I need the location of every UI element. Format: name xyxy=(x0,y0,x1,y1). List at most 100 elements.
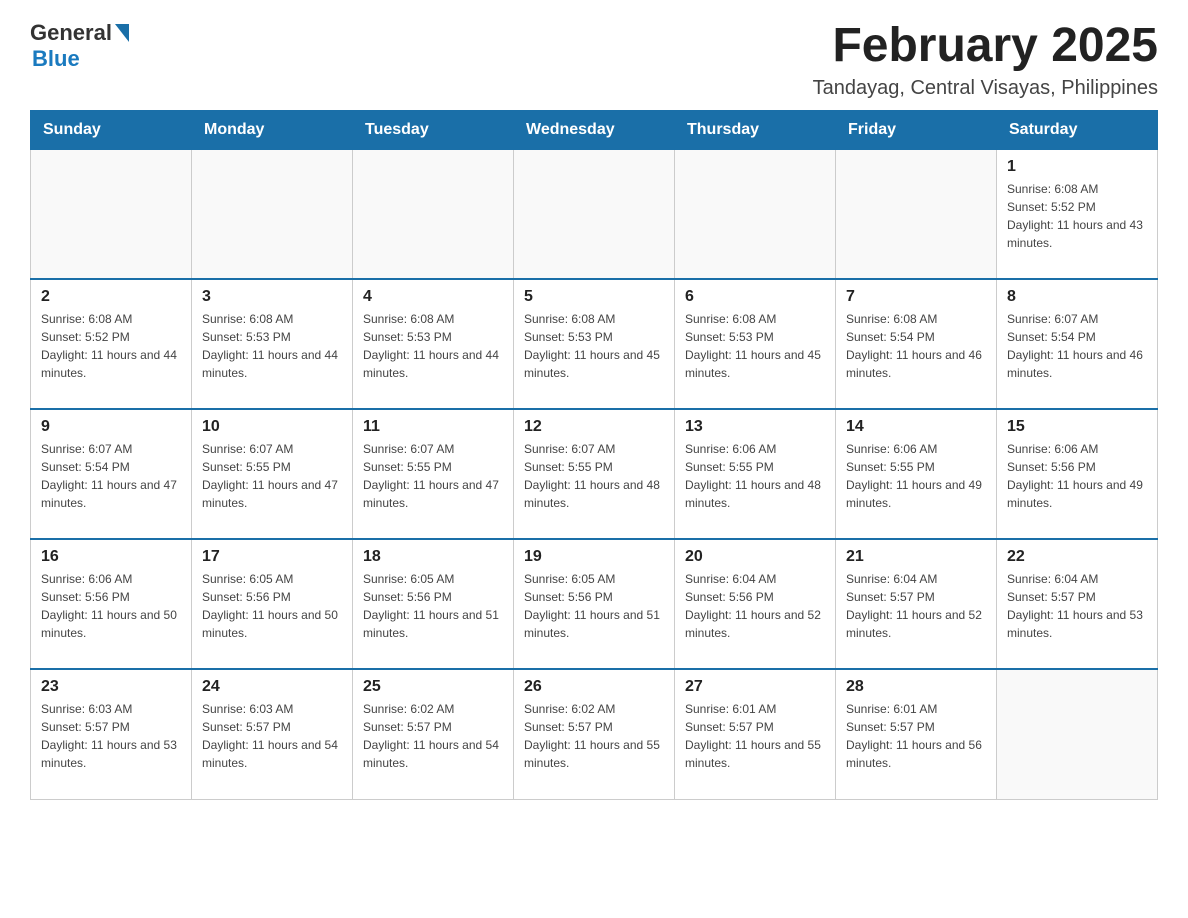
calendar-day-cell: 7Sunrise: 6:08 AM Sunset: 5:54 PM Daylig… xyxy=(836,279,997,409)
calendar-day-cell: 19 Sunrise: 6:05 AM Sunset: 5:56 PM Dayli… xyxy=(514,539,675,669)
day-number: 1 xyxy=(1007,158,1147,176)
calendar-day-cell: 5 Sunrise: 6:08 AM Sunset: 5:53 PM Daylig… xyxy=(514,279,675,409)
day-number: 6 xyxy=(685,288,825,306)
calendar-day-cell: 14 Sunrise: 6:06 AM Sunset: 5:55 PM Dayli… xyxy=(836,409,997,539)
calendar-day-cell: 26 Sunrise: 6:02 AM Sunset: 5:57 PM Dayli… xyxy=(514,669,675,799)
day-number: 14 xyxy=(846,418,986,436)
calendar-day-cell xyxy=(997,669,1158,799)
calendar-week-row: 9 Sunrise: 6:07 AM Sunset: 5:54 PM Daylig… xyxy=(31,409,1158,539)
calendar-week-row: 16Sunrise: 6:06 AM Sunset: 5:56 PM Dayli… xyxy=(31,539,1158,669)
day-number: 25 xyxy=(363,678,503,696)
calendar-day-cell: 1 Sunrise: 6:08 AM Sunset: 5:52 PM Daylig… xyxy=(997,149,1158,279)
calendar-day-cell: 23 Sunrise: 6:03 AM Sunset: 5:57 PM Dayli… xyxy=(31,669,192,799)
day-info: Sunrise: 6:03 AM Sunset: 5:57 PM Dayligh… xyxy=(202,700,342,772)
calendar-day-cell: 12 Sunrise: 6:07 AM Sunset: 5:55 PM Dayli… xyxy=(514,409,675,539)
day-number: 28 xyxy=(846,678,986,696)
day-info: Sunrise: 6:08 AM Sunset: 5:53 PM Dayligh… xyxy=(524,310,664,382)
day-number: 2 xyxy=(41,288,181,306)
day-number: 16 xyxy=(41,548,181,566)
day-info: Sunrise: 6:02 AM Sunset: 5:57 PM Dayligh… xyxy=(524,700,664,772)
calendar-day-cell xyxy=(192,149,353,279)
day-info: Sunrise: 6:03 AM Sunset: 5:57 PM Dayligh… xyxy=(41,700,181,772)
calendar-day-cell: 8 Sunrise: 6:07 AM Sunset: 5:54 PM Daylig… xyxy=(997,279,1158,409)
day-info: Sunrise: 6:08 AM Sunset: 5:52 PM Dayligh… xyxy=(41,310,181,382)
weekday-header-wednesday: Wednesday xyxy=(514,110,675,149)
day-number: 26 xyxy=(524,678,664,696)
day-info: Sunrise: 6:07 AM Sunset: 5:55 PM Dayligh… xyxy=(202,440,342,512)
day-info: Sunrise: 6:07 AM Sunset: 5:54 PM Dayligh… xyxy=(1007,310,1147,382)
day-info: Sunrise: 6:06 AM Sunset: 5:55 PM Dayligh… xyxy=(846,440,986,512)
day-info: Sunrise: 6:04 AM Sunset: 5:57 PM Dayligh… xyxy=(846,570,986,642)
weekday-header-monday: Monday xyxy=(192,110,353,149)
day-info: Sunrise: 6:08 AM Sunset: 5:53 PM Dayligh… xyxy=(202,310,342,382)
calendar-day-cell: 6Sunrise: 6:08 AM Sunset: 5:53 PM Daylig… xyxy=(675,279,836,409)
day-number: 23 xyxy=(41,678,181,696)
day-info: Sunrise: 6:01 AM Sunset: 5:57 PM Dayligh… xyxy=(846,700,986,772)
weekday-header-saturday: Saturday xyxy=(997,110,1158,149)
logo-general-text: General xyxy=(30,20,112,46)
calendar-day-cell: 3Sunrise: 6:08 AM Sunset: 5:53 PM Daylig… xyxy=(192,279,353,409)
day-number: 21 xyxy=(846,548,986,566)
day-info: Sunrise: 6:05 AM Sunset: 5:56 PM Dayligh… xyxy=(524,570,664,642)
day-number: 22 xyxy=(1007,548,1147,566)
logo: General Blue xyxy=(30,20,129,72)
calendar-title: February 2025 xyxy=(813,20,1158,73)
day-number: 15 xyxy=(1007,418,1147,436)
title-block: February 2025 Tandayag, Central Visayas,… xyxy=(813,20,1158,100)
day-number: 10 xyxy=(202,418,342,436)
calendar-day-cell: 17 Sunrise: 6:05 AM Sunset: 5:56 PM Dayli… xyxy=(192,539,353,669)
logo-arrow-icon xyxy=(115,24,129,42)
day-number: 20 xyxy=(685,548,825,566)
day-number: 19 xyxy=(524,548,664,566)
calendar-day-cell: 4 Sunrise: 6:08 AM Sunset: 5:53 PM Daylig… xyxy=(353,279,514,409)
day-info: Sunrise: 6:08 AM Sunset: 5:52 PM Dayligh… xyxy=(1007,180,1147,252)
day-number: 13 xyxy=(685,418,825,436)
day-info: Sunrise: 6:07 AM Sunset: 5:55 PM Dayligh… xyxy=(524,440,664,512)
day-info: Sunrise: 6:06 AM Sunset: 5:55 PM Dayligh… xyxy=(685,440,825,512)
day-number: 12 xyxy=(524,418,664,436)
weekday-header-sunday: Sunday xyxy=(31,110,192,149)
day-number: 5 xyxy=(524,288,664,306)
day-info: Sunrise: 6:06 AM Sunset: 5:56 PM Dayligh… xyxy=(1007,440,1147,512)
calendar-day-cell xyxy=(514,149,675,279)
day-number: 27 xyxy=(685,678,825,696)
day-info: Sunrise: 6:04 AM Sunset: 5:57 PM Dayligh… xyxy=(1007,570,1147,642)
calendar-subtitle: Tandayag, Central Visayas, Philippines xyxy=(813,77,1158,100)
day-info: Sunrise: 6:05 AM Sunset: 5:56 PM Dayligh… xyxy=(202,570,342,642)
calendar-day-cell: 28 Sunrise: 6:01 AM Sunset: 5:57 PM Dayli… xyxy=(836,669,997,799)
day-info: Sunrise: 6:04 AM Sunset: 5:56 PM Dayligh… xyxy=(685,570,825,642)
day-info: Sunrise: 6:02 AM Sunset: 5:57 PM Dayligh… xyxy=(363,700,503,772)
day-number: 18 xyxy=(363,548,503,566)
calendar-table: SundayMondayTuesdayWednesdayThursdayFrid… xyxy=(30,110,1158,800)
calendar-day-cell: 24 Sunrise: 6:03 AM Sunset: 5:57 PM Dayli… xyxy=(192,669,353,799)
calendar-day-cell: 9 Sunrise: 6:07 AM Sunset: 5:54 PM Daylig… xyxy=(31,409,192,539)
calendar-day-cell: 10 Sunrise: 6:07 AM Sunset: 5:55 PM Dayli… xyxy=(192,409,353,539)
day-number: 11 xyxy=(363,418,503,436)
calendar-day-cell: 20 Sunrise: 6:04 AM Sunset: 5:56 PM Dayli… xyxy=(675,539,836,669)
weekday-header-thursday: Thursday xyxy=(675,110,836,149)
day-info: Sunrise: 6:01 AM Sunset: 5:57 PM Dayligh… xyxy=(685,700,825,772)
calendar-day-cell: 11 Sunrise: 6:07 AM Sunset: 5:55 PM Dayli… xyxy=(353,409,514,539)
day-number: 7 xyxy=(846,288,986,306)
weekday-header-tuesday: Tuesday xyxy=(353,110,514,149)
day-number: 9 xyxy=(41,418,181,436)
logo-blue-text: Blue xyxy=(32,46,80,72)
day-number: 17 xyxy=(202,548,342,566)
day-number: 24 xyxy=(202,678,342,696)
day-number: 4 xyxy=(363,288,503,306)
calendar-day-cell: 18 Sunrise: 6:05 AM Sunset: 5:56 PM Dayli… xyxy=(353,539,514,669)
calendar-day-cell: 21 Sunrise: 6:04 AM Sunset: 5:57 PM Dayli… xyxy=(836,539,997,669)
day-info: Sunrise: 6:07 AM Sunset: 5:54 PM Dayligh… xyxy=(41,440,181,512)
calendar-day-cell: 22 Sunrise: 6:04 AM Sunset: 5:57 PM Dayli… xyxy=(997,539,1158,669)
day-info: Sunrise: 6:08 AM Sunset: 5:53 PM Dayligh… xyxy=(363,310,503,382)
day-number: 8 xyxy=(1007,288,1147,306)
calendar-day-cell: 25 Sunrise: 6:02 AM Sunset: 5:57 PM Dayli… xyxy=(353,669,514,799)
day-info: Sunrise: 6:07 AM Sunset: 5:55 PM Dayligh… xyxy=(363,440,503,512)
calendar-week-row: 1 Sunrise: 6:08 AM Sunset: 5:52 PM Daylig… xyxy=(31,149,1158,279)
calendar-day-cell xyxy=(353,149,514,279)
day-info: Sunrise: 6:05 AM Sunset: 5:56 PM Dayligh… xyxy=(363,570,503,642)
page-header: General Blue February 2025 Tandayag, Cen… xyxy=(30,20,1158,100)
calendar-day-cell xyxy=(31,149,192,279)
calendar-week-row: 23 Sunrise: 6:03 AM Sunset: 5:57 PM Dayli… xyxy=(31,669,1158,799)
calendar-day-cell: 27 Sunrise: 6:01 AM Sunset: 5:57 PM Dayli… xyxy=(675,669,836,799)
